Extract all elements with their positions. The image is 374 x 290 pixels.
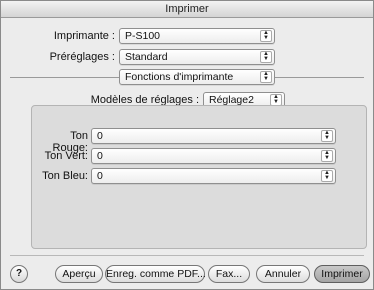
bottom-divider — [10, 255, 364, 256]
presets-label: Préréglages : — [49, 51, 115, 63]
settings-panel: Ton Rouge: 0 ▲ ▼ Ton Vert: 0 ▲ ▼ Ton Bleu:… — [31, 105, 367, 249]
help-button[interactable]: ? — [10, 265, 28, 283]
tone-red-value: 0 — [97, 130, 103, 142]
section-select[interactable]: Fonctions d'imprimante ▲ ▼ — [119, 69, 275, 85]
popup-arrows-icon: ▲ ▼ — [260, 71, 272, 83]
tone-red-select[interactable]: 0 ▲ ▼ — [91, 128, 336, 144]
popup-arrows-icon: ▲ ▼ — [321, 170, 333, 182]
tone-blue-select[interactable]: 0 ▲ ▼ — [91, 168, 336, 184]
printer-label: Imprimante : — [53, 30, 115, 42]
tone-green-select[interactable]: 0 ▲ ▼ — [91, 148, 336, 164]
popup-arrows-icon: ▲ ▼ — [260, 30, 272, 42]
preview-button[interactable]: Aperçu — [55, 265, 103, 283]
section-value: Fonctions d'imprimante — [125, 71, 234, 83]
save-pdf-button[interactable]: Enreg. comme PDF... — [105, 265, 206, 283]
window-title: Imprimer — [1, 1, 373, 18]
tone-blue-value: 0 — [97, 170, 103, 182]
cancel-button[interactable]: Annuler — [256, 265, 310, 283]
print-dialog: Imprimer Imprimante : P-S100 ▲ ▼ Prérégla… — [0, 0, 374, 290]
popup-arrows-icon: ▲ ▼ — [321, 130, 333, 142]
tone-green-label: Ton Vert: — [44, 150, 88, 162]
printer-select[interactable]: P-S100 ▲ ▼ — [119, 28, 275, 44]
tone-blue-label: Ton Bleu: — [42, 170, 88, 182]
printer-value: P-S100 — [125, 30, 161, 42]
tone-green-value: 0 — [97, 150, 103, 162]
print-button[interactable]: Imprimer — [314, 265, 370, 283]
presets-value: Standard — [125, 51, 168, 63]
presets-select[interactable]: Standard ▲ ▼ — [119, 49, 275, 65]
popup-arrows-icon: ▲ ▼ — [321, 150, 333, 162]
popup-arrows-icon: ▲ ▼ — [260, 51, 272, 63]
fax-button[interactable]: Fax... — [208, 265, 250, 283]
